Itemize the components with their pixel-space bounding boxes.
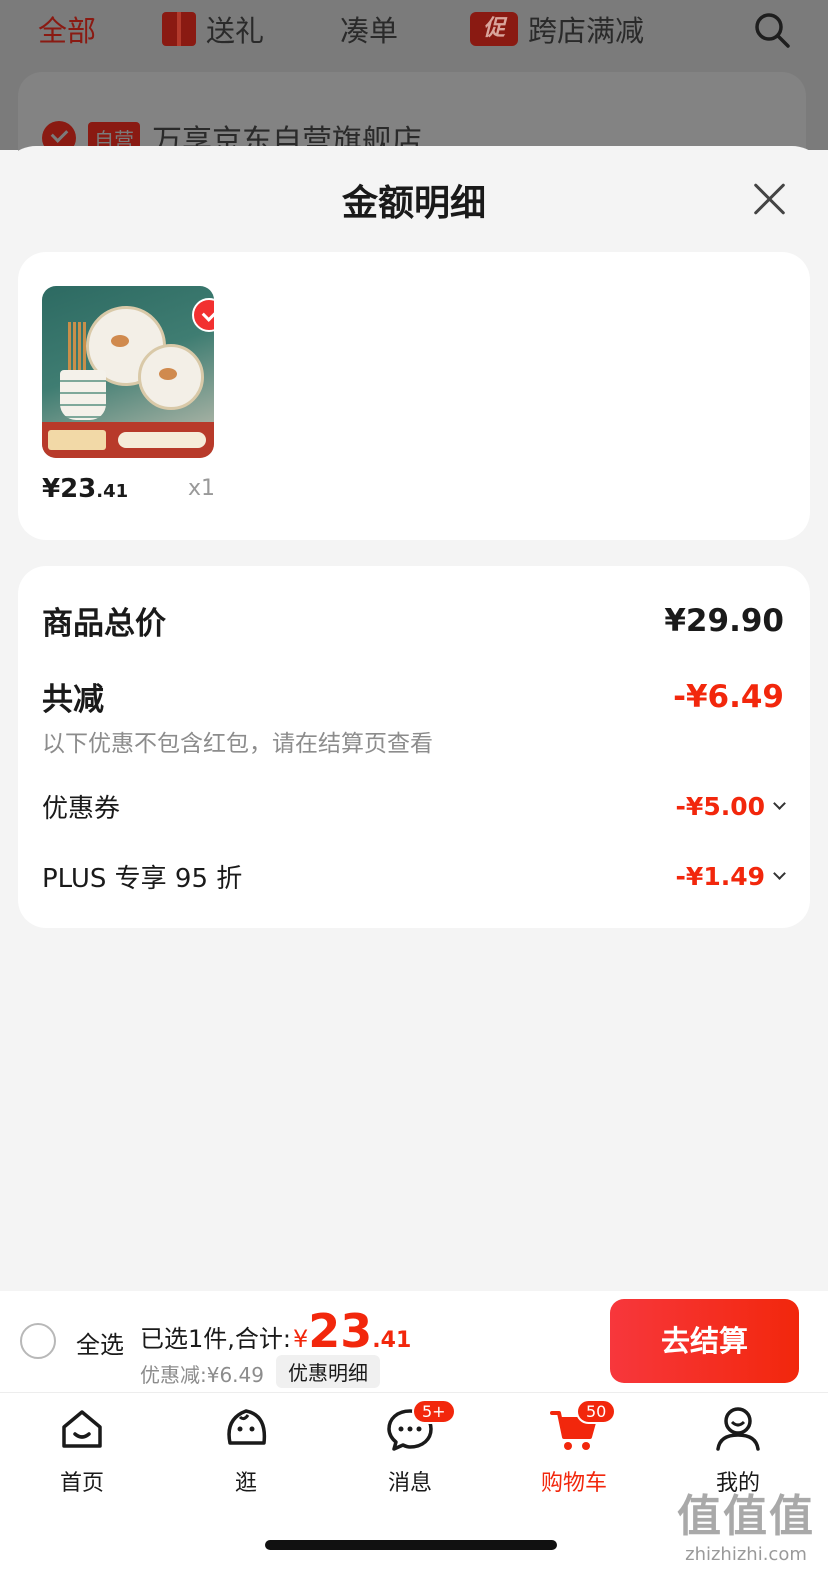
total-reduce-value: -¥6.49 [673, 678, 784, 715]
tab-cart[interactable]: 50 购物车 [514, 1399, 634, 1497]
discount-hint: 以下优惠不包含红包，请在结算页查看 [42, 731, 433, 757]
product-thumbnail[interactable] [42, 286, 214, 458]
product-card: ¥23.41 x1 [18, 252, 810, 540]
coupon-value: -¥5.00 [676, 792, 786, 821]
tab-explore[interactable]: 逛 [186, 1403, 306, 1497]
tab-gift[interactable]: 送礼 [162, 8, 264, 50]
price-summary-card: 商品总价 ¥29.90 共减 -¥6.49 以下优惠不包含红包，请在结算页查看 … [18, 566, 810, 928]
total-price-value: ¥29.90 [664, 602, 784, 639]
plus-discount-row[interactable]: PLUS 专享 95 折 -¥1.49 [42, 858, 786, 895]
chevron-down-icon[interactable] [773, 867, 786, 880]
discount-summary: 优惠减:¥6.49 [140, 1363, 264, 1387]
bowls-graphic [60, 370, 106, 420]
total-price-label: 商品总价 [42, 606, 166, 642]
explore-icon [227, 1409, 267, 1445]
tab-add-on[interactable]: 凑单 [340, 8, 398, 50]
tab-home[interactable]: 首页 [22, 1403, 142, 1497]
profile-icon [716, 1407, 760, 1451]
coupon-label: 优惠券 [42, 794, 121, 824]
coupon-row[interactable]: 优惠券 -¥5.00 [42, 788, 786, 825]
selected-check-icon[interactable] [192, 298, 214, 332]
chevron-down-icon[interactable] [773, 797, 786, 810]
close-icon[interactable] [752, 182, 786, 216]
total-reduce-label: 共减 [42, 682, 104, 718]
tab-messages[interactable]: 5+ 消息 [350, 1399, 470, 1497]
item-price: ¥23.41 [42, 474, 129, 504]
total-reduce-row: 共减 -¥6.49 [42, 674, 784, 719]
gift-icon [162, 12, 196, 46]
home-indicator [265, 1540, 557, 1550]
amount-detail-sheet: 金额明细 ¥23.41 x1 商品总价 ¥29.90 共减 -¥6.49 以下优… [0, 146, 828, 1291]
cart-checkout-bar: 全选 已选1件,合计: ¥ 23 .41 优惠减:¥6.49 优惠明细 去结算 [0, 1291, 828, 1392]
plus-discount-value: -¥1.49 [676, 862, 786, 891]
search-icon[interactable] [752, 10, 792, 50]
product-promo-banner [42, 422, 214, 458]
tab-all[interactable]: 全部 [38, 8, 96, 50]
sheet-title: 金额明细 [341, 183, 486, 224]
plus-discount-label: PLUS 专享 95 折 [42, 864, 243, 894]
checkout-button[interactable]: 去结算 [610, 1299, 799, 1383]
plate-graphic [138, 344, 204, 410]
promo-badge: 促 [470, 12, 518, 46]
cart-badge: 50 [576, 1399, 617, 1424]
discount-detail-button[interactable]: 优惠明细 [276, 1355, 380, 1388]
select-all-label[interactable]: 全选 [76, 1325, 124, 1360]
total-amount: 23 [308, 1304, 373, 1358]
message-badge: 5+ [412, 1399, 456, 1424]
tab-cross-store-discount[interactable]: 促跨店满减 [470, 8, 644, 50]
home-icon [62, 1410, 102, 1448]
chopsticks-graphic [68, 322, 88, 374]
select-all-radio[interactable] [20, 1323, 56, 1359]
watermark: 值值值 zhizhizhi.com [677, 1491, 815, 1565]
item-quantity: x1 [188, 476, 216, 501]
selected-total: 已选1件,合计: ¥ 23 .41 [140, 1304, 412, 1358]
total-price-row: 商品总价 ¥29.90 [42, 598, 784, 643]
